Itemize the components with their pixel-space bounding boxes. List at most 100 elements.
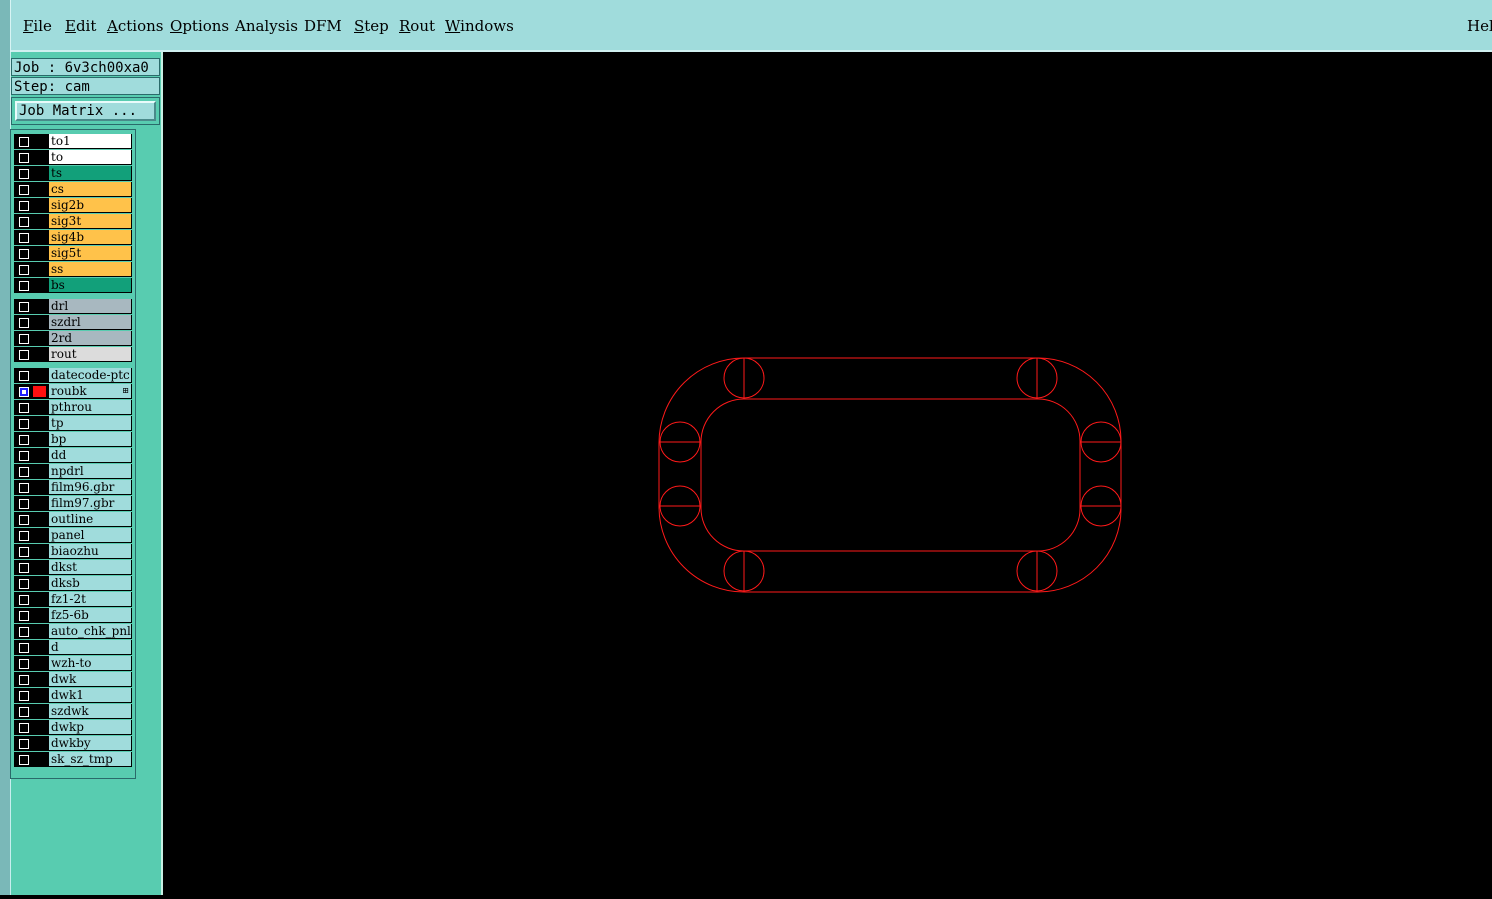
- layer-row[interactable]: ss: [14, 262, 132, 277]
- layer-row[interactable]: szdrl: [14, 315, 132, 330]
- layer-row[interactable]: to1: [14, 134, 132, 149]
- layer-row[interactable]: dd: [14, 448, 132, 463]
- menu-file[interactable]: File: [23, 17, 52, 35]
- layer-name[interactable]: film97.gbr: [49, 496, 131, 510]
- layer-row[interactable]: szdwk: [14, 704, 132, 719]
- layer-name[interactable]: sk_sz_tmp: [49, 752, 131, 766]
- layer-display-swatch[interactable]: [33, 482, 46, 493]
- layer-checkbox[interactable]: [19, 419, 29, 429]
- layer-row[interactable]: sig3t: [14, 214, 132, 229]
- layer-display-swatch[interactable]: [33, 248, 46, 259]
- layer-display-swatch[interactable]: [33, 754, 46, 765]
- layer-row[interactable]: dwk: [14, 672, 132, 687]
- layer-name[interactable]: biaozhu: [49, 544, 131, 558]
- layer-checkbox[interactable]: [19, 281, 29, 291]
- layer-display-swatch[interactable]: [33, 232, 46, 243]
- layer-checkbox[interactable]: [19, 302, 29, 312]
- menu-edit[interactable]: Edit: [65, 17, 96, 35]
- layer-row[interactable]: fz1-2t: [14, 592, 132, 607]
- layer-display-swatch[interactable]: [33, 333, 46, 344]
- layer-display-swatch[interactable]: [33, 610, 46, 621]
- layer-name[interactable]: bp: [49, 432, 131, 446]
- layer-name[interactable]: dd: [49, 448, 131, 462]
- layer-checkbox[interactable]: [19, 611, 29, 621]
- menu-step[interactable]: Step: [354, 17, 389, 35]
- menu-dfm[interactable]: DFM: [304, 17, 342, 35]
- menu-help[interactable]: Help: [1467, 17, 1492, 35]
- layer-row[interactable]: to: [14, 150, 132, 165]
- layer-checkbox[interactable]: [19, 547, 29, 557]
- layer-checkbox[interactable]: [19, 483, 29, 493]
- layer-display-swatch[interactable]: [33, 706, 46, 717]
- layer-name[interactable]: tp: [49, 416, 131, 430]
- layer-display-swatch[interactable]: [33, 264, 46, 275]
- layer-display-swatch[interactable]: [33, 530, 46, 541]
- layer-row[interactable]: ts: [14, 166, 132, 181]
- layer-row[interactable]: sig5t: [14, 246, 132, 261]
- layer-display-swatch[interactable]: [33, 216, 46, 227]
- layer-row[interactable]: npdrl: [14, 464, 132, 479]
- menu-analysis[interactable]: Analysis: [235, 17, 298, 35]
- layer-name[interactable]: 2rd: [49, 331, 131, 345]
- layer-display-swatch[interactable]: [33, 594, 46, 605]
- menu-options[interactable]: Options: [170, 17, 229, 35]
- layer-checkbox[interactable]: [19, 350, 29, 360]
- layer-checkbox[interactable]: [19, 169, 29, 179]
- layer-row[interactable]: 2rd: [14, 331, 132, 346]
- layer-name[interactable]: datecode-ptc: [49, 368, 131, 382]
- layer-display-swatch[interactable]: [33, 466, 46, 477]
- layer-display-swatch[interactable]: [33, 168, 46, 179]
- layer-checkbox[interactable]: [19, 435, 29, 445]
- layer-display-swatch[interactable]: [33, 301, 46, 312]
- layer-row[interactable]: tp: [14, 416, 132, 431]
- layer-checkbox[interactable]: [19, 137, 29, 147]
- layer-display-swatch[interactable]: [33, 200, 46, 211]
- layer-display-swatch[interactable]: [33, 434, 46, 445]
- layer-name[interactable]: film96.gbr: [49, 480, 131, 494]
- layer-checkbox[interactable]: [19, 643, 29, 653]
- layer-name[interactable]: dkst: [49, 560, 131, 574]
- layer-row[interactable]: fz5-6b: [14, 608, 132, 623]
- layer-row[interactable]: sig2b: [14, 198, 132, 213]
- layer-display-swatch[interactable]: [33, 722, 46, 733]
- layer-row[interactable]: rout: [14, 347, 132, 362]
- job-matrix-button[interactable]: Job Matrix ...: [15, 101, 156, 121]
- layer-checkbox[interactable]: [19, 371, 29, 381]
- layer-display-swatch[interactable]: [33, 349, 46, 360]
- layer-checkbox[interactable]: [19, 334, 29, 344]
- layer-checkbox[interactable]: [19, 265, 29, 275]
- menu-windows[interactable]: Windows: [445, 17, 514, 35]
- layer-display-swatch[interactable]: [33, 317, 46, 328]
- layer-checkbox[interactable]: [19, 387, 29, 397]
- layer-name[interactable]: szdwk: [49, 704, 131, 718]
- layer-name[interactable]: to1: [49, 134, 131, 148]
- layer-display-swatch[interactable]: [33, 386, 46, 397]
- layer-name[interactable]: to: [49, 150, 131, 164]
- layer-checkbox[interactable]: [19, 233, 29, 243]
- layer-checkbox[interactable]: [19, 318, 29, 328]
- layer-name[interactable]: dwk: [49, 672, 131, 686]
- layer-row[interactable]: d: [14, 640, 132, 655]
- layer-checkbox[interactable]: [19, 691, 29, 701]
- layer-name[interactable]: rout: [49, 347, 131, 361]
- layer-row[interactable]: dkst: [14, 560, 132, 575]
- layer-checkbox[interactable]: [19, 403, 29, 413]
- layer-row[interactable]: dwkby: [14, 736, 132, 751]
- layer-name[interactable]: d: [49, 640, 131, 654]
- layer-row[interactable]: wzh-to: [14, 656, 132, 671]
- layer-row[interactable]: bp: [14, 432, 132, 447]
- layer-display-swatch[interactable]: [33, 738, 46, 749]
- layer-row[interactable]: outline: [14, 512, 132, 527]
- layer-name[interactable]: auto_chk_pnl: [49, 624, 131, 638]
- layer-display-swatch[interactable]: [33, 674, 46, 685]
- layer-name[interactable]: ss: [49, 262, 131, 276]
- layer-checkbox[interactable]: [19, 723, 29, 733]
- layer-display-swatch[interactable]: [33, 498, 46, 509]
- layer-checkbox[interactable]: [19, 451, 29, 461]
- layer-row[interactable]: pthrou: [14, 400, 132, 415]
- layer-row[interactable]: sig4b: [14, 230, 132, 245]
- layer-checkbox[interactable]: [19, 579, 29, 589]
- layer-row[interactable]: bs: [14, 278, 132, 293]
- layer-display-swatch[interactable]: [33, 514, 46, 525]
- layer-checkbox[interactable]: [19, 739, 29, 749]
